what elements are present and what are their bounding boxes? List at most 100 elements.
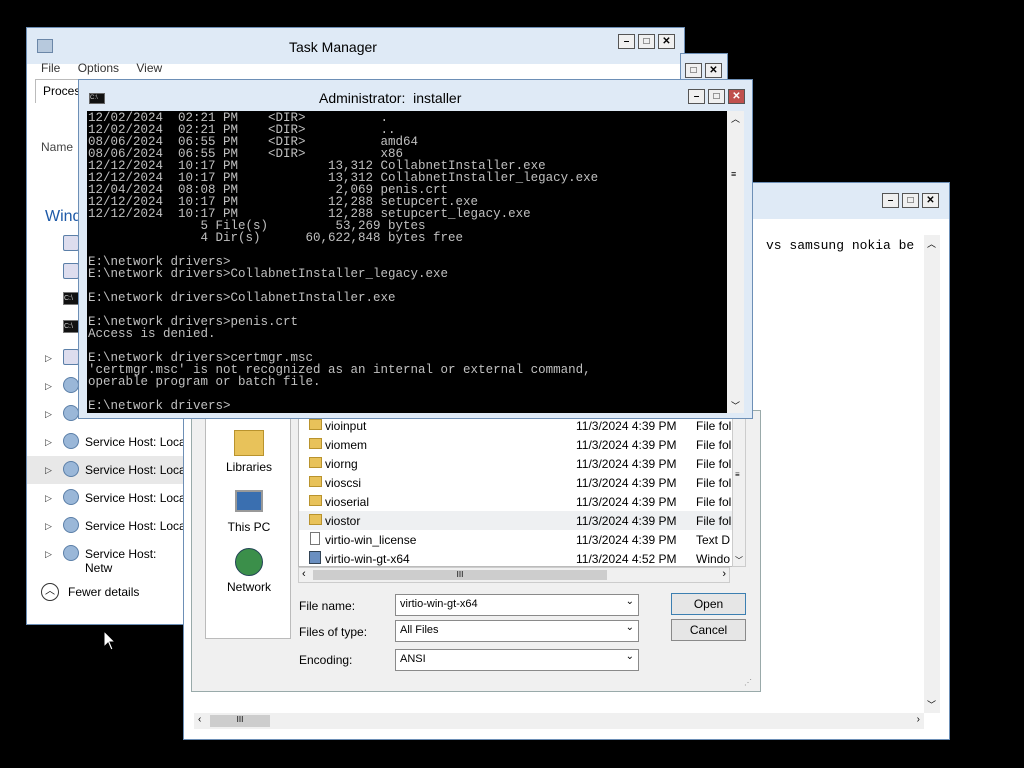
process-row[interactable]: ▷ Service Host: Loca [27, 484, 187, 512]
resize-grip-icon[interactable]: ⋰ [744, 678, 752, 687]
task-manager-titlebar[interactable]: Task Manager – □ ✕ [27, 28, 684, 64]
column-header-name[interactable]: Name [41, 140, 73, 154]
open-button[interactable]: Open [671, 593, 746, 615]
maximize-button[interactable]: □ [685, 63, 702, 78]
scroll-down-icon[interactable]: ﹀ [927, 698, 936, 711]
menu-bar: File Options View [41, 61, 176, 75]
scroll-up-icon[interactable]: ︿ [731, 112, 740, 125]
console-output[interactable]: 12/02/2024 02:21 PM <DIR> . 12/02/2024 02… [87, 111, 727, 413]
file-name: viorng [325, 457, 358, 471]
console-line: operable program or batch file. [88, 375, 321, 389]
place-libraries[interactable]: Libraries [206, 430, 292, 476]
menu-view[interactable]: View [136, 61, 162, 75]
file-date: 11/3/2024 4:52 PM [576, 552, 677, 566]
scroll-up-icon[interactable]: ︿ [927, 237, 936, 250]
maximize-button[interactable]: □ [902, 193, 919, 208]
close-button[interactable]: ✕ [728, 89, 745, 104]
text-file-icon [310, 532, 320, 545]
scroll-left-icon[interactable]: ‹ [198, 714, 201, 725]
folder-icon [309, 438, 322, 449]
process-name: Service Host: Loca [85, 435, 186, 449]
chevron-down-icon[interactable]: ⌄ [626, 622, 634, 633]
notepad-text[interactable]: vs samsung nokia be [766, 238, 922, 253]
console-line: 4 Dir(s) 60,622,848 bytes free [88, 231, 464, 245]
maximize-button[interactable]: □ [708, 89, 725, 104]
process-row[interactable]: ▷ Service Host: Loca [27, 512, 187, 540]
cmd-icon: C:\ [63, 320, 79, 333]
scroll-thumb[interactable]: III [210, 715, 270, 727]
scroll-thumb[interactable]: ≡ [735, 470, 740, 479]
expand-icon[interactable]: ▷ [45, 437, 52, 448]
files-of-type-select[interactable]: All Files ⌄ [395, 620, 639, 642]
expand-icon[interactable]: ▷ [45, 465, 52, 476]
file-date: 11/3/2024 4:39 PM [576, 476, 677, 490]
cmd-title: Administrator: installer [319, 90, 462, 106]
horizontal-scrollbar[interactable]: ‹ III › [194, 713, 924, 729]
cancel-button[interactable]: Cancel [671, 619, 746, 641]
file-row[interactable]: viostor 11/3/2024 4:39 PM File fol [299, 511, 733, 530]
open-file-dialog: Libraries This PC Network vioinput 11/3/2… [191, 410, 761, 692]
file-row[interactable]: virtio-win_license 11/3/2024 4:39 PM Text … [299, 530, 733, 549]
menu-options[interactable]: Options [78, 61, 119, 75]
scroll-left-icon[interactable]: ‹ [302, 568, 306, 580]
file-list: vioinput 11/3/2024 4:39 PM File fol viomem… [298, 411, 734, 567]
scroll-down-icon[interactable]: ﹀ [731, 399, 740, 412]
file-row[interactable]: virtio-win-gt-x64 11/3/2024 4:52 PM Windo [299, 549, 733, 566]
scroll-thumb[interactable]: ≡ [731, 169, 736, 179]
scroll-right-icon[interactable]: › [917, 714, 920, 725]
file-name: vioscsi [325, 476, 362, 490]
console-vertical-scrollbar[interactable]: ︿ ≡ ﹀ [727, 111, 744, 413]
file-row[interactable]: vioscsi 11/3/2024 4:39 PM File fol [299, 473, 733, 492]
file-name: virtio-win-gt-x64 [325, 552, 410, 566]
file-name-input[interactable]: virtio-win-gt-x64 ⌄ [395, 594, 639, 616]
places-bar: Libraries This PC Network [205, 411, 291, 639]
expand-icon[interactable]: ▷ [45, 353, 52, 364]
close-button[interactable]: ✕ [705, 63, 722, 78]
encoding-select[interactable]: ANSI ⌄ [395, 649, 639, 671]
file-row[interactable]: vioserial 11/3/2024 4:39 PM File fol [299, 492, 733, 511]
expand-icon[interactable]: ▷ [45, 409, 52, 420]
file-type: File fol [696, 476, 732, 490]
file-name: viostor [325, 514, 361, 528]
process-row[interactable]: ▷ Service Host: Loca [27, 428, 187, 456]
process-name: Service Host: Netw [85, 547, 157, 575]
process-name: Service Host: Loca [85, 491, 186, 505]
mouse-pointer-icon [103, 630, 117, 651]
chevron-down-icon[interactable]: ⌄ [626, 596, 634, 607]
file-row[interactable]: viorng 11/3/2024 4:39 PM File fol [299, 454, 733, 473]
scroll-thumb[interactable]: III [313, 570, 607, 580]
expand-icon[interactable]: ▷ [45, 381, 52, 392]
close-button[interactable]: ✕ [658, 34, 675, 49]
expand-icon[interactable]: ▷ [45, 521, 52, 532]
app-icon [63, 349, 79, 365]
chevron-down-icon[interactable]: ⌄ [626, 651, 634, 662]
place-label: Libraries [225, 460, 273, 474]
place-this-pc[interactable]: This PC [206, 490, 292, 536]
process-row[interactable]: ▷ Service Host: Loca [27, 456, 187, 484]
expand-icon[interactable]: ▷ [45, 549, 52, 560]
file-list-vertical-scrollbar[interactable]: ≡ ﹀ [732, 411, 746, 567]
file-name: virtio-win_license [325, 533, 417, 547]
minimize-button[interactable]: – [688, 89, 705, 104]
expand-icon[interactable]: ▷ [45, 493, 52, 504]
maximize-button[interactable]: □ [638, 34, 655, 49]
scroll-right-icon[interactable]: › [722, 568, 726, 580]
minimize-button[interactable]: – [618, 34, 635, 49]
file-date: 11/3/2024 4:39 PM [576, 533, 677, 547]
process-row[interactable]: ▷ Service Host: Netw [27, 540, 187, 575]
files-of-type-value: All Files [400, 624, 439, 636]
file-name: viomem [325, 438, 368, 452]
app-icon [63, 263, 79, 279]
menu-file[interactable]: File [41, 61, 60, 75]
chevron-up-icon: ︿ [41, 583, 59, 601]
vertical-scrollbar[interactable]: ︿ ﹀ [924, 235, 940, 713]
cmd-titlebar[interactable]: C:\ Administrator: installer – □ ✕ [79, 80, 752, 110]
minimize-button[interactable]: – [882, 193, 899, 208]
place-network[interactable]: Network [206, 548, 292, 594]
close-button[interactable]: ✕ [922, 193, 939, 208]
file-list-horizontal-scrollbar[interactable]: ‹ III › [298, 567, 730, 583]
scroll-down-icon[interactable]: ﹀ [735, 555, 743, 566]
task-manager-title: Task Manager [289, 39, 377, 55]
folder-icon [309, 419, 322, 430]
file-row[interactable]: viomem 11/3/2024 4:39 PM File fol [299, 435, 733, 454]
